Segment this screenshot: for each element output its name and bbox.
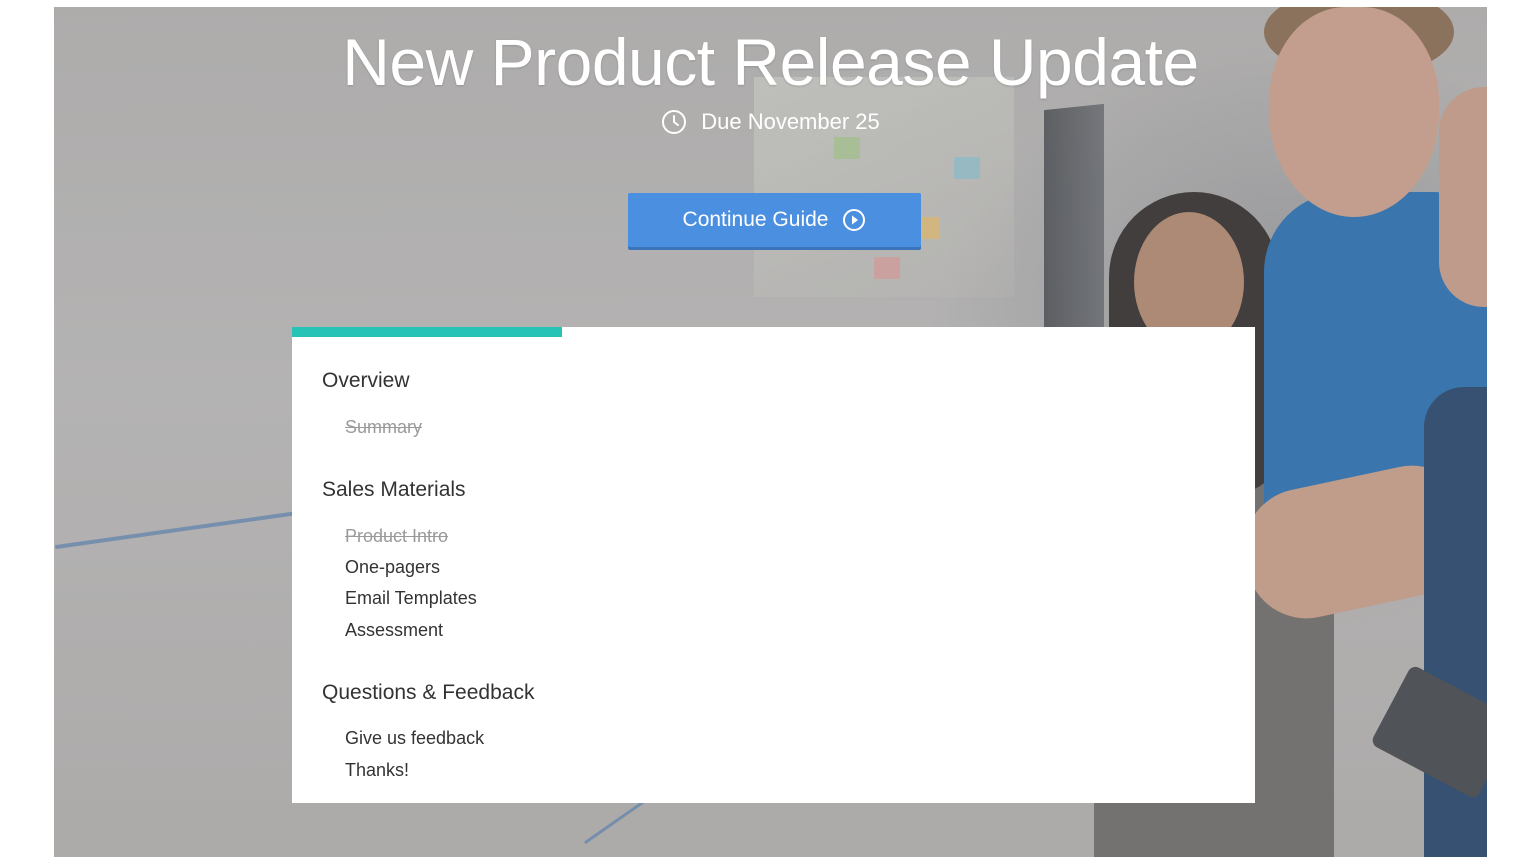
due-date: Due November 25: [54, 109, 1487, 135]
progress-bar: [292, 327, 1255, 337]
outline-item-thanks[interactable]: Thanks!: [345, 760, 409, 781]
clock-icon: [661, 109, 687, 135]
hero-background: New Product Release Update Due November …: [54, 7, 1487, 857]
page-title: New Product Release Update: [342, 25, 1199, 99]
outline-item-assessment[interactable]: Assessment: [345, 620, 443, 641]
section-heading-questions-feedback: Questions & Feedback: [322, 681, 535, 704]
outline-item-give-us-feedback[interactable]: Give us feedback: [345, 728, 484, 749]
section-heading-sales-materials: Sales Materials: [322, 478, 466, 501]
outline-item-summary[interactable]: Summary: [345, 417, 422, 438]
progress-bar-fill: [292, 327, 562, 337]
section-heading-overview: Overview: [322, 369, 410, 392]
outline-item-product-intro[interactable]: Product Intro: [345, 526, 448, 547]
due-date-text: Due November 25: [701, 109, 880, 134]
continue-guide-label: Continue Guide: [682, 208, 829, 231]
play-circle-icon: [842, 208, 866, 232]
outline-item-email-templates[interactable]: Email Templates: [345, 588, 477, 609]
continue-guide-button[interactable]: Continue Guide: [628, 193, 921, 247]
guide-outline-card: Overview Summary Sales Materials Product…: [292, 327, 1255, 803]
outline-item-one-pagers[interactable]: One-pagers: [345, 557, 440, 578]
